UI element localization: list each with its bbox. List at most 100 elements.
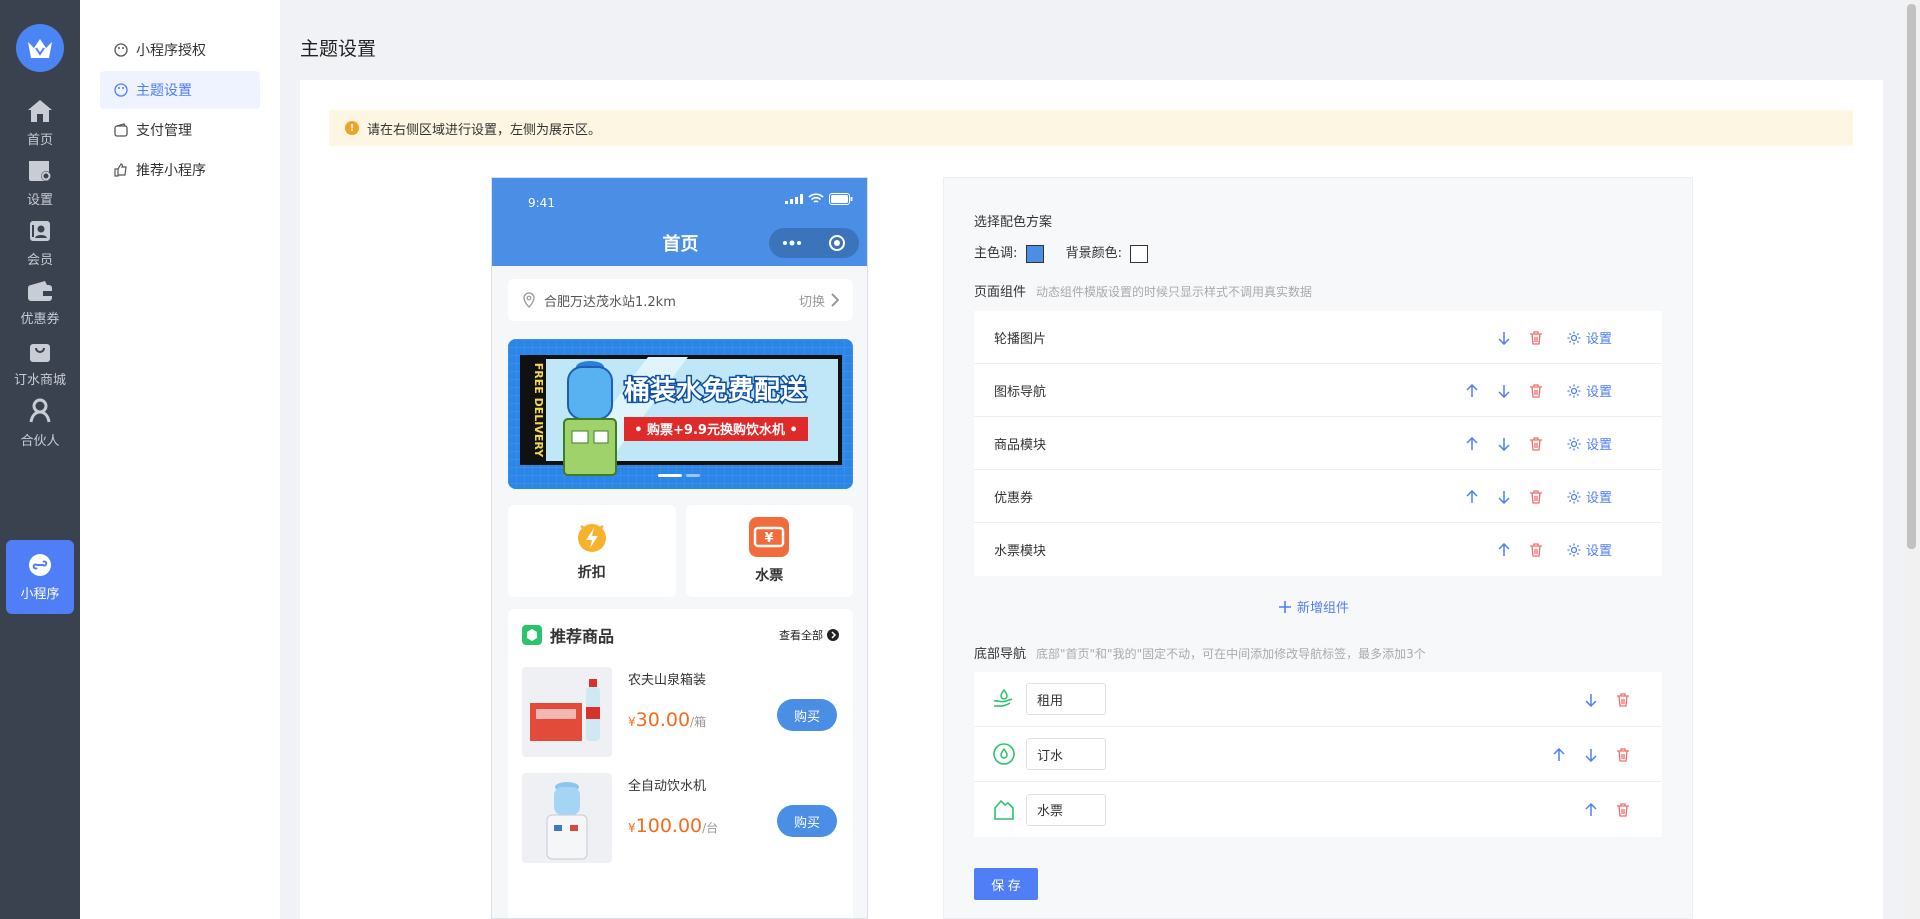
plus-icon	[1279, 600, 1291, 613]
component-row: 水票模块 设置	[974, 523, 1662, 576]
delete-icon[interactable]	[1614, 801, 1632, 819]
alert-text: 请在右侧区域进行设置，左侧为展示区。	[367, 122, 602, 138]
nav-label: 水票	[755, 568, 784, 584]
banner-art: FREE DELIVERY 桶装水免费配送 • 购票+9.9元换购饮水机 •	[508, 339, 853, 489]
main-color-label: 主色调:	[974, 246, 1018, 261]
delete-icon[interactable]	[1527, 541, 1545, 559]
component-settings-button[interactable]: 设置	[1567, 328, 1612, 347]
svg-text:¥: ¥	[765, 531, 774, 546]
location-bar[interactable]: 合肥万达茂水站1.2km 切换	[508, 279, 853, 321]
move-up-icon[interactable]	[1495, 541, 1513, 559]
bottom-nav-input[interactable]	[1026, 738, 1106, 770]
component-label: 图标导航	[994, 384, 1047, 400]
view-all-link[interactable]: 查看全部	[779, 627, 839, 643]
delete-icon[interactable]	[1527, 435, 1545, 453]
icon-nav: 折扣 ¥ 水票	[508, 505, 853, 597]
more-icon	[783, 240, 801, 246]
page-scrollbar[interactable]	[1903, 0, 1920, 919]
theme-icon	[114, 83, 128, 97]
bg-color-swatch[interactable]	[1130, 244, 1149, 263]
chevron-right-icon	[831, 293, 839, 307]
buy-button[interactable]: 购买	[777, 699, 837, 731]
component-settings-button[interactable]: 设置	[1567, 487, 1612, 506]
rail-item-partner[interactable]: 合伙人	[6, 388, 74, 458]
rail-item-miniprogram[interactable]: 小程序	[6, 540, 74, 614]
component-row: 优惠券 设置	[974, 470, 1662, 523]
delete-icon[interactable]	[1527, 382, 1545, 400]
sub-item-label: 推荐小程序	[136, 163, 206, 179]
component-label: 商品模块	[994, 437, 1047, 453]
status-time: 9:41	[528, 196, 555, 210]
add-component-label: 新增组件	[1297, 601, 1350, 616]
move-down-icon[interactable]	[1495, 488, 1513, 506]
goods-header: 推荐商品 查看全部	[522, 623, 839, 647]
move-down-icon[interactable]	[1495, 329, 1513, 347]
miniprogram-icon	[29, 553, 51, 576]
banner-sub: • 购票+9.9元换购饮水机 •	[634, 422, 798, 438]
main-color-swatch[interactable]	[1025, 244, 1044, 263]
move-up-icon[interactable]	[1463, 435, 1481, 453]
move-down-icon[interactable]	[1582, 746, 1600, 764]
nav-ticket[interactable]: ¥ 水票	[685, 505, 853, 597]
cube-icon	[522, 625, 542, 645]
move-down-icon[interactable]	[1495, 435, 1513, 453]
battery-icon	[829, 193, 853, 205]
component-row: 图标导航 设置	[974, 364, 1662, 417]
phone-preview: 9:41 首页 合肥万达茂水站1.2km 切换 FREE DELIVERY 桶装…	[491, 177, 868, 919]
bottom-nav-input[interactable]	[1026, 683, 1106, 715]
close-circle-icon	[829, 235, 845, 251]
delete-icon[interactable]	[1527, 329, 1545, 347]
store-settings-icon	[29, 160, 51, 181]
scrollbar-thumb[interactable]	[1907, 4, 1916, 549]
switch-label: 切换	[798, 294, 825, 310]
price-symbol: ¥	[628, 715, 636, 729]
palette-icon	[114, 43, 128, 57]
move-up-icon[interactable]	[1550, 746, 1568, 764]
nav-discount[interactable]: 折扣	[508, 505, 676, 597]
move-down-icon[interactable]	[1582, 691, 1600, 709]
goods-item[interactable]: 农夫山泉箱装 ¥30.00/箱 购买	[522, 667, 839, 759]
delete-icon[interactable]	[1614, 746, 1632, 764]
add-component-button[interactable]: 新增组件	[1279, 597, 1349, 616]
goods-item[interactable]: 全自动饮水机 ¥100.00/台 购买	[522, 773, 839, 865]
banner-carousel[interactable]: FREE DELIVERY 桶装水免费配送 • 购票+9.9元换购饮水机 •	[508, 339, 853, 489]
switch-location[interactable]: 切换	[799, 291, 839, 310]
sub-item-payment[interactable]: 支付管理	[100, 111, 260, 149]
goods-name: 农夫山泉箱装	[628, 673, 707, 688]
nav-label: 折扣	[577, 565, 606, 581]
location-text: 合肥万达茂水站1.2km	[544, 294, 676, 310]
delete-icon[interactable]	[1527, 488, 1545, 506]
delete-icon[interactable]	[1614, 691, 1632, 709]
main-nav-rail: 首页 设置 会员 优惠券 订水商城 合伙人 小程序	[0, 0, 80, 919]
move-up-icon[interactable]	[1463, 488, 1481, 506]
status-icons	[785, 193, 853, 205]
sub-item-auth[interactable]: 小程序授权	[100, 31, 260, 69]
buy-button[interactable]: 购买	[777, 805, 837, 837]
settings-label: 设置	[1585, 332, 1612, 347]
rail-item-label: 会员	[26, 252, 53, 268]
bg-color-label: 背景颜色:	[1065, 246, 1123, 261]
save-button[interactable]: 保 存	[974, 868, 1038, 900]
bottom-nav-input[interactable]	[1026, 793, 1106, 826]
capsule-menu[interactable]	[769, 228, 859, 258]
lightning-icon	[577, 524, 606, 552]
sub-item-recommend[interactable]: 推荐小程序	[100, 151, 260, 189]
gear-icon	[1567, 331, 1581, 344]
ticket-bag-icon	[994, 799, 1014, 820]
member-icon	[30, 220, 50, 241]
component-settings-button[interactable]: 设置	[1567, 381, 1612, 400]
goods-image	[522, 773, 612, 863]
component-row: 轮播图片 设置	[974, 311, 1662, 364]
color-row: 主色调: 背景颜色:	[974, 242, 1149, 263]
move-down-icon[interactable]	[1495, 382, 1513, 400]
component-settings-button[interactable]: 设置	[1567, 434, 1612, 453]
move-up-icon[interactable]	[1582, 801, 1600, 819]
move-up-icon[interactable]	[1463, 382, 1481, 400]
component-settings-button[interactable]: 设置	[1567, 540, 1612, 559]
sub-item-label: 支付管理	[136, 123, 192, 139]
partner-icon	[29, 398, 51, 422]
sub-item-theme[interactable]: 主题设置	[100, 71, 260, 109]
components-hint: 动态组件模版设置的时候只显示样式不调用真实数据	[1036, 285, 1313, 299]
components-header: 页面组件 动态组件模版设置的时候只显示样式不调用真实数据	[974, 281, 1312, 300]
gear-icon	[1567, 543, 1581, 556]
